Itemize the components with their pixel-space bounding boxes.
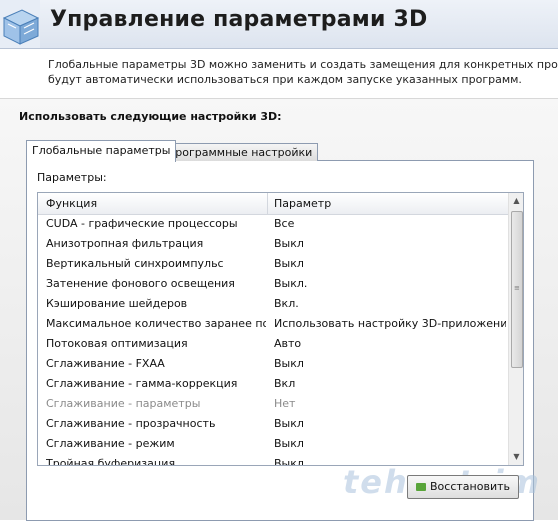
table-row[interactable]: Сглаживание - гамма-коррекция Вкл [38,374,508,394]
value-cell: Выкл [274,437,304,450]
scroll-up-arrow-icon[interactable]: ▲ [509,193,523,209]
grip-icon: ≡ [514,284,520,292]
value-cell: Выкл [274,237,304,250]
description-line-2: будут автоматически использоваться при к… [48,73,522,86]
value-cell: Все [274,217,295,230]
feature-cell: Сглаживание - FXAA [46,357,165,370]
tab-global-settings[interactable]: Глобальные параметры [26,140,177,162]
value-cell: Нет [274,397,296,410]
vertical-scrollbar[interactable]: ▲ ≡ ▼ [508,193,523,465]
feature-cell: Сглаживание - параметры [46,397,201,410]
header-bar: Управление параметрами 3D [0,0,558,49]
value-cell: Выкл [274,257,304,270]
table-header: Функция Параметр [38,193,508,215]
value-cell: Авто [274,337,302,350]
value-cell: Выкл. [274,277,308,290]
restore-button[interactable]: Восстановить [407,475,519,499]
feature-cell: Сглаживание - гамма-коррекция [46,377,238,390]
table-row[interactable]: Потоковая оптимизация Авто [38,334,508,354]
table-row[interactable]: Анизотропная фильтрация Выкл [38,234,508,254]
feature-cell: Анизотропная фильтрация [46,237,204,250]
feature-cell: CUDA - графические процессоры [46,217,238,230]
feature-cell: Кэширование шейдеров [46,297,188,310]
page-title: Управление параметрами 3D [50,7,428,32]
page-description: Глобальные параметры 3D можно заменить и… [48,57,558,87]
params-label: Параметры: [37,171,107,184]
value-cell: Использовать настройку 3D-приложения [274,317,506,330]
table-row[interactable]: Сглаживание - прозрачность Выкл [38,414,508,434]
settings-table: Функция Параметр CUDA - графические проц… [37,192,524,466]
nvidia-icon [416,483,427,491]
table-row[interactable]: Максимальное количество заранее под... Ис… [38,314,508,334]
scrollbar-thumb[interactable]: ≡ [511,211,523,368]
table-row[interactable]: CUDA - графические процессоры Все [38,214,508,234]
table-row[interactable]: Кэширование шейдеров Вкл. [38,294,508,314]
value-cell: Выкл [274,357,304,370]
feature-cell: Вертикальный синхроимпульс [46,257,224,270]
3d-cube-icon [0,0,40,48]
column-header-feature[interactable]: Функция [46,197,97,210]
feature-cell: Затенение фонового освещения [46,277,235,290]
column-header-value[interactable]: Параметр [274,197,331,210]
feature-cell: Максимальное количество заранее под... [46,317,266,330]
table-row[interactable]: Сглаживание - режим Выкл [38,434,508,454]
table-rows: CUDA - графические процессоры Все Анизотр… [38,214,508,466]
column-divider[interactable] [267,193,268,214]
value-cell: Вкл [274,377,296,390]
feature-cell: Потоковая оптимизация [46,337,188,350]
feature-cell: Тройная буферизация [46,457,176,466]
section-label: Использовать следующие настройки 3D: [19,110,282,123]
table-row[interactable]: Вертикальный синхроимпульс Выкл [38,254,508,274]
restore-button-label: Восстановить [430,480,510,493]
tab-program-settings[interactable]: Программные настройки [161,143,319,161]
table-row-disabled: Сглаживание - параметры Нет [38,394,508,414]
table-row[interactable]: Сглаживание - FXAA Выкл [38,354,508,374]
table-row[interactable]: Затенение фонового освещения Выкл. [38,274,508,294]
value-cell: Выкл [274,417,304,430]
feature-cell: Сглаживание - прозрачность [46,417,216,430]
description-line-1: Глобальные параметры 3D можно заменить и… [48,58,558,71]
feature-cell: Сглаживание - режим [46,437,175,450]
value-cell: Вкл. [274,297,299,310]
